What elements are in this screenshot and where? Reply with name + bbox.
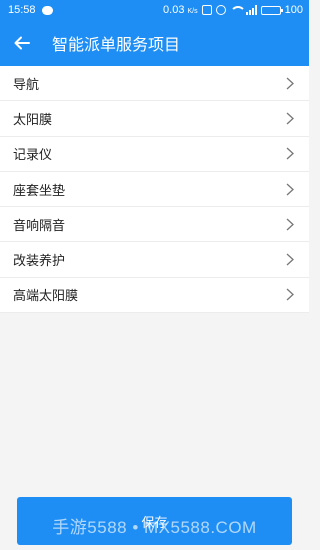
arrow-left-icon	[14, 36, 30, 50]
list-item-sun-film[interactable]: 太阳膜	[0, 101, 309, 137]
save-button[interactable]: 保存	[17, 497, 292, 545]
service-list: 导航 太阳膜 记录仪 座套坐垫 音响隔音 改装养护 高端太阳膜	[0, 66, 309, 314]
chevron-right-icon	[285, 288, 295, 302]
alarm-icon	[215, 5, 226, 15]
back-button[interactable]	[0, 20, 44, 66]
page-title: 智能派单服务项目	[52, 37, 181, 54]
list-item-premium-sun-film[interactable]: 高端太阳膜	[0, 278, 309, 314]
app-header: 智能派单服务项目	[0, 20, 309, 66]
list-item-audio-soundproof[interactable]: 音响隔音	[0, 207, 309, 243]
save-button-label: 保存	[141, 514, 168, 530]
list-item-label: 导航	[13, 76, 40, 92]
status-bar: 15:58 0.03 K/s 100	[0, 0, 309, 20]
wifi-icon	[229, 5, 246, 15]
list-item-recorder[interactable]: 记录仪	[0, 137, 309, 172]
message-icon	[41, 5, 53, 15]
battery-icon	[260, 5, 283, 15]
vibrate-icon	[201, 5, 212, 15]
list-item-seat-cover[interactable]: 座套坐垫	[0, 172, 309, 208]
list-item-modification[interactable]: 改装养护	[0, 242, 309, 278]
list-item-label: 改装养护	[13, 253, 66, 269]
list-item-label: 座套坐垫	[13, 182, 66, 198]
list-item-label: 音响隔音	[13, 217, 66, 233]
chevron-right-icon	[285, 76, 295, 90]
battery-level: 100	[284, 4, 303, 16]
chevron-right-icon	[285, 217, 295, 231]
chevron-right-icon	[285, 111, 295, 125]
chevron-right-icon	[285, 253, 295, 267]
list-item-label: 太阳膜	[13, 111, 53, 127]
list-item-navigation[interactable]: 导航	[0, 66, 309, 102]
signal-icon	[245, 5, 257, 15]
chevron-right-icon	[285, 147, 295, 161]
speed-unit: K/s	[187, 8, 198, 15]
network-speed: 0.03 K/s	[163, 4, 198, 16]
chevron-right-icon	[285, 182, 295, 196]
status-right: 0.03 K/s 100	[163, 4, 303, 16]
list-item-label: 高端太阳膜	[13, 288, 79, 304]
list-item-label: 记录仪	[13, 147, 53, 163]
status-time: 15:58	[8, 4, 36, 16]
